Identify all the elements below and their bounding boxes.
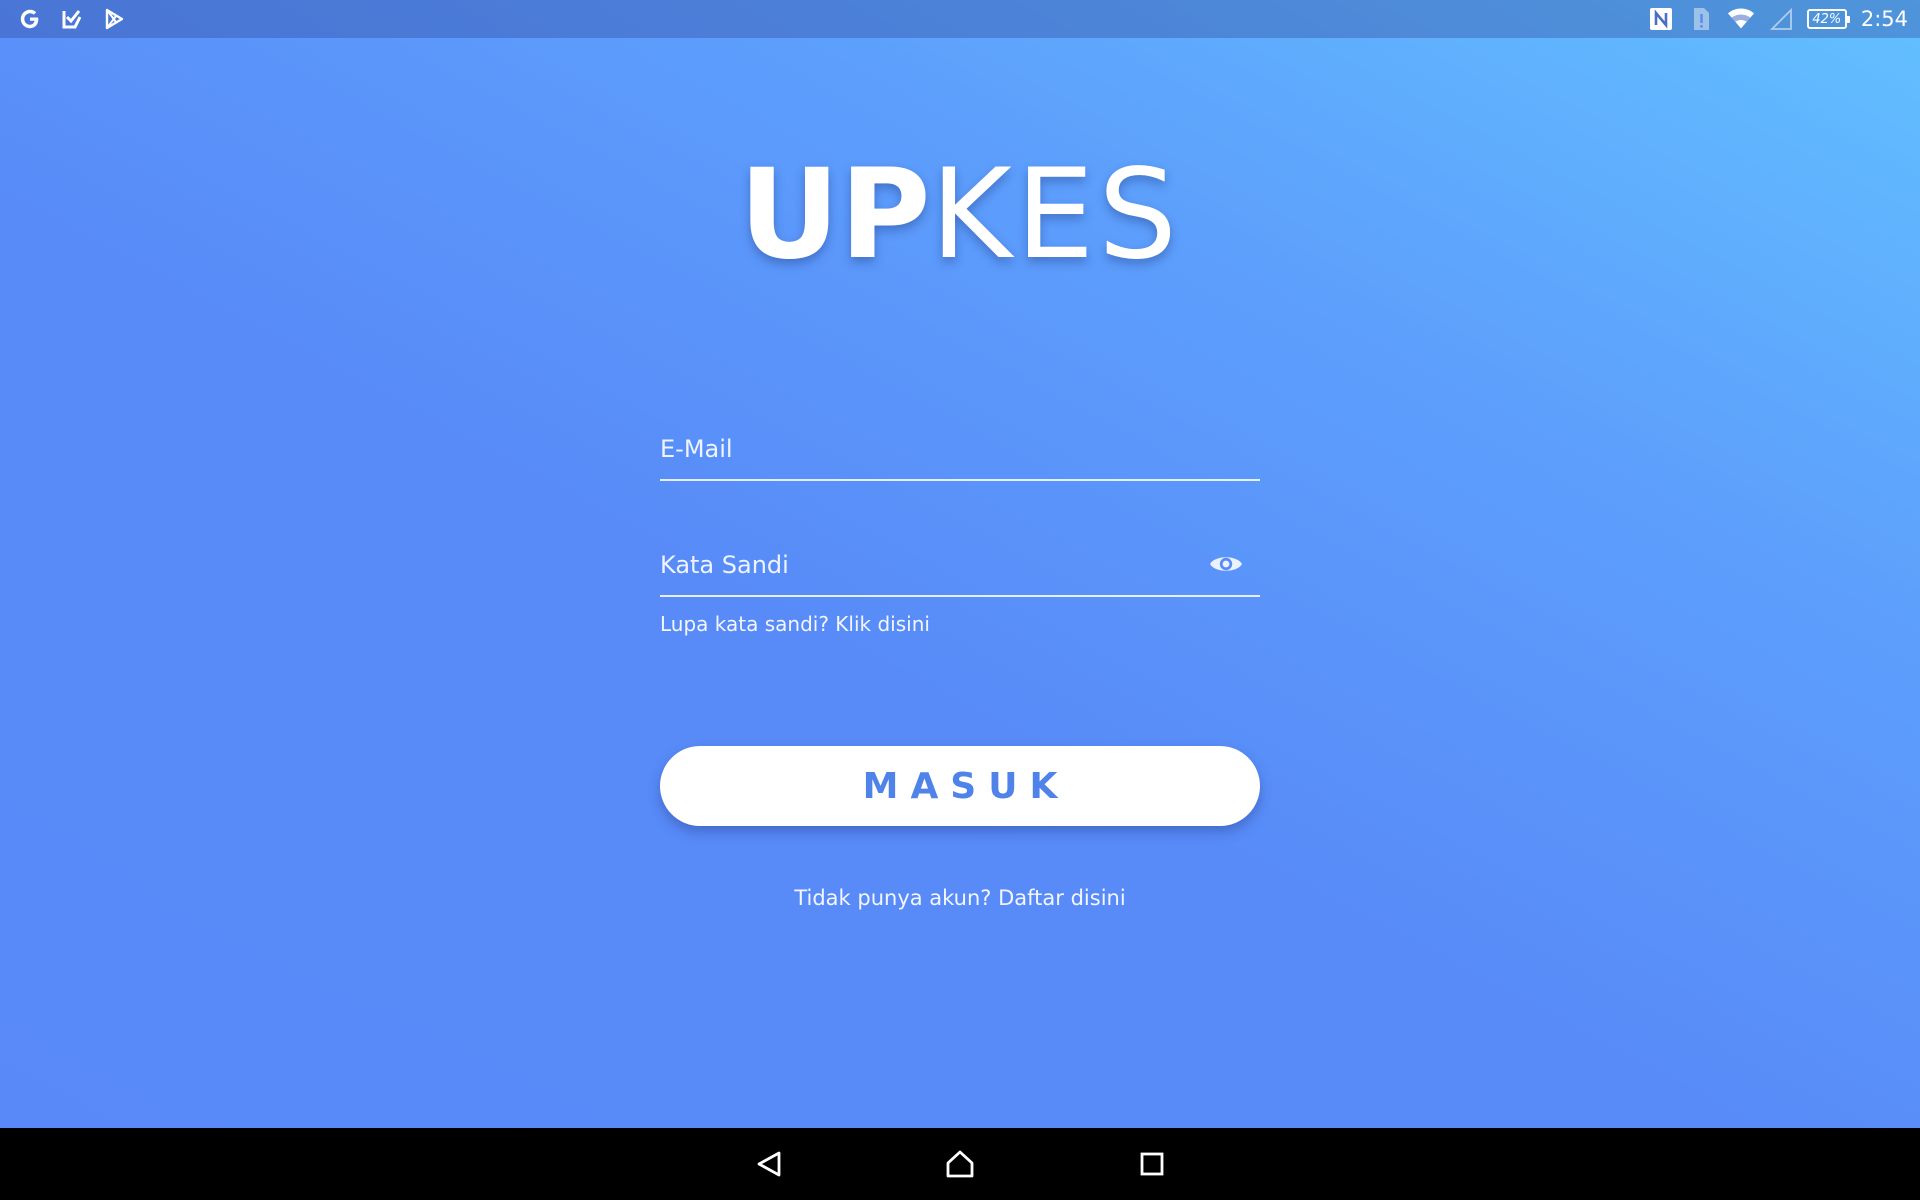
sim-alert-icon <box>1687 5 1715 33</box>
password-input[interactable] <box>660 537 1220 593</box>
status-system: 42% 2:54 <box>1647 5 1908 33</box>
app-logo: UPKES <box>0 145 1920 285</box>
password-field <box>660 537 1260 597</box>
home-icon[interactable] <box>942 1146 978 1182</box>
back-icon[interactable] <box>751 1146 787 1182</box>
logo-light-text: KES <box>930 143 1181 287</box>
email-input[interactable] <box>660 421 1220 477</box>
tasks-icon <box>58 5 86 33</box>
play-store-icon <box>100 5 128 33</box>
login-screen: 42% 2:54 UPKES Lupa kata sandi? Klik dis… <box>0 0 1920 1200</box>
status-bar: 42% 2:54 <box>0 0 1920 38</box>
wifi-icon <box>1727 5 1755 33</box>
show-password-icon[interactable] <box>1208 552 1244 576</box>
forgot-password-link[interactable]: Lupa kata sandi? Klik disini <box>660 612 930 636</box>
recents-icon[interactable] <box>1134 1146 1170 1182</box>
google-icon <box>16 5 44 33</box>
register-link[interactable]: Tidak punya akun? Daftar disini <box>794 886 1125 910</box>
navigation-bar <box>0 1128 1920 1200</box>
nfc-icon <box>1647 5 1675 33</box>
login-button[interactable]: MASUK <box>660 746 1260 826</box>
status-notifications <box>16 5 128 33</box>
logo-bold-text: UP <box>739 143 931 287</box>
register-prompt: Tidak punya akun? Daftar disini <box>0 886 1920 910</box>
battery-indicator: 42% <box>1806 9 1850 29</box>
cell-signal-icon <box>1767 5 1795 33</box>
email-field <box>660 421 1260 481</box>
status-clock: 2:54 <box>1860 7 1908 31</box>
